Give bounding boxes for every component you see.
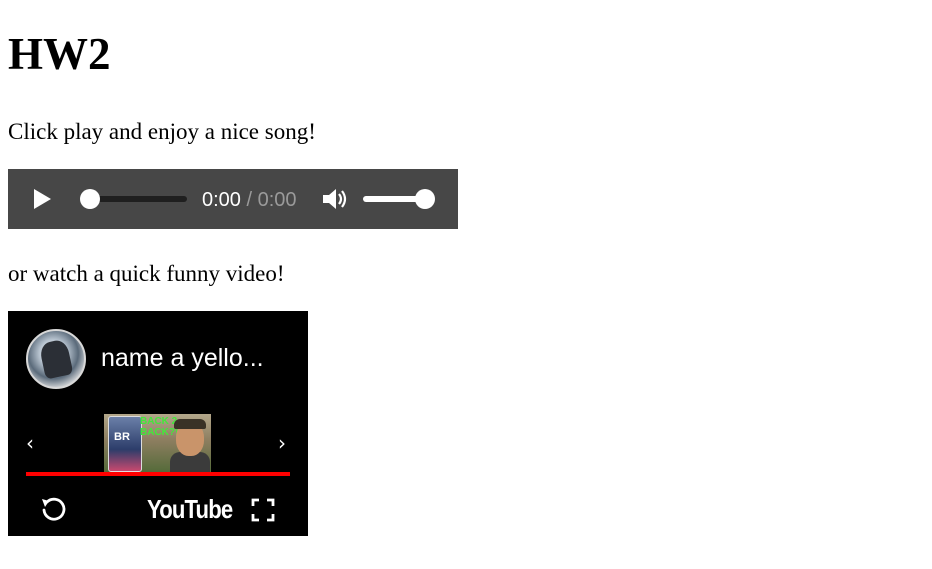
audio-time-display: 0:00 / 0:00 bbox=[202, 188, 297, 212]
thumbnail-card-text: BR bbox=[114, 431, 130, 443]
chevron-right-icon[interactable]: › bbox=[278, 433, 294, 453]
channel-avatar[interactable] bbox=[26, 329, 86, 389]
thumbnail-text: BACK 2 BACK?! bbox=[140, 416, 179, 438]
current-time: 0:00 bbox=[202, 189, 241, 211]
fullscreen-icon[interactable] bbox=[251, 498, 275, 522]
thumbnail-card: BR bbox=[108, 416, 142, 472]
video-title[interactable]: name a yello... bbox=[101, 344, 264, 373]
audio-progress-track[interactable] bbox=[90, 196, 187, 202]
page-title: HW2 bbox=[8, 29, 111, 79]
youtube-embed[interactable]: name a yello... ‹ BR BACK 2 BACK?! › You… bbox=[8, 311, 308, 536]
audio-player: 0:00 / 0:00 bbox=[8, 169, 458, 229]
duration: 0:00 bbox=[257, 189, 297, 211]
time-separator: / bbox=[240, 189, 258, 211]
video-intro-text: or watch a quick funny video! bbox=[8, 261, 285, 286]
youtube-logo[interactable]: YouTube bbox=[147, 494, 233, 525]
audio-progress-handle[interactable] bbox=[80, 189, 100, 209]
chevron-left-icon[interactable]: ‹ bbox=[26, 433, 42, 453]
video-progress-bar[interactable] bbox=[26, 472, 290, 476]
avatar-figure bbox=[38, 338, 74, 380]
intro-text: Click play and enjoy a nice song! bbox=[8, 119, 316, 144]
volume-icon[interactable] bbox=[321, 187, 349, 211]
video-thumbnail[interactable]: BR BACK 2 BACK?! bbox=[104, 414, 211, 472]
replay-icon[interactable] bbox=[39, 496, 67, 524]
volume-slider-handle[interactable] bbox=[415, 189, 435, 209]
play-icon[interactable] bbox=[34, 189, 51, 209]
thumbnail-person-face bbox=[174, 419, 206, 456]
